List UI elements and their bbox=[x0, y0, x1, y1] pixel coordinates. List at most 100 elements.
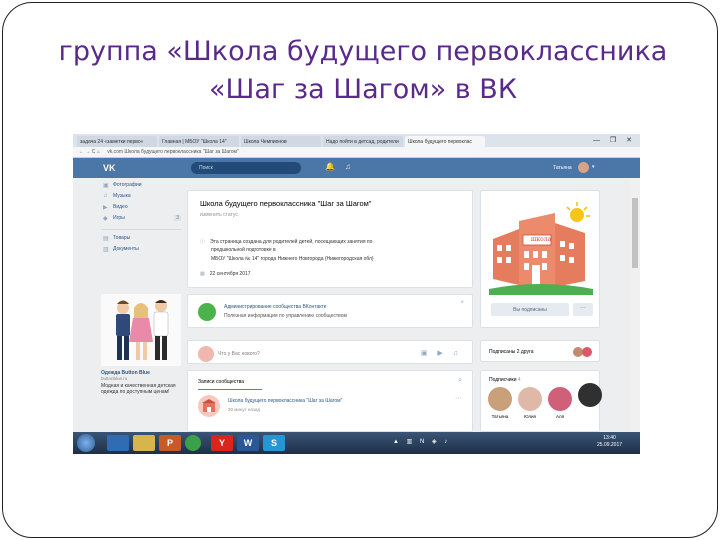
browser-tab[interactable]: Школа Чемпионов bbox=[241, 136, 321, 147]
school-label: школа bbox=[530, 236, 552, 243]
tab-underline bbox=[198, 389, 262, 390]
admin-notice-card[interactable]: Администрирование сообщества ВКонтакте П… bbox=[187, 294, 473, 328]
subscriber-name: Юлия bbox=[524, 414, 536, 419]
sidebar-item-games[interactable]: ◆ Игры 3 bbox=[101, 215, 181, 226]
subscriber[interactable]: Аля bbox=[545, 387, 575, 419]
music-icon[interactable]: ♫ bbox=[345, 162, 351, 171]
taskbar-app-skype[interactable]: S bbox=[263, 435, 285, 451]
photo-icon: ▣ bbox=[103, 183, 109, 189]
vk-header: VK Поиск 🔔 ♫ Татьяна ▾ bbox=[73, 158, 640, 178]
taskbar-app-word[interactable]: W bbox=[237, 435, 259, 451]
ad-subtitle: buttonblue.ru bbox=[101, 376, 128, 381]
browser-tab-active[interactable]: Школа будущего первоклас bbox=[405, 136, 485, 147]
documents-icon: ▥ bbox=[103, 247, 109, 253]
post-input[interactable]: Что у Вас нового? bbox=[218, 351, 260, 357]
friends-subscribed-text[interactable]: Подписаны 2 друга bbox=[489, 349, 534, 355]
slide-title: группа «Школа будущего первоклассника «Ш… bbox=[43, 33, 683, 109]
group-description: ⓘ Эта страница создана для родителей дете… bbox=[200, 238, 372, 245]
user-name[interactable]: Татьяна bbox=[553, 165, 572, 171]
browser-tab[interactable]: Главная | МБОУ "Школа 14" bbox=[159, 136, 239, 147]
search-icon[interactable]: ⌕ bbox=[458, 377, 462, 385]
sidebar-item-label: Товары bbox=[113, 235, 131, 241]
subscribers-title[interactable]: Подписчики 4 bbox=[489, 377, 521, 383]
slide-title-line1: группа «Школа будущего первоклассника bbox=[58, 36, 668, 67]
taskbar-app-yandex[interactable]: Y bbox=[211, 435, 233, 451]
scrollbar-thumb[interactable] bbox=[632, 198, 638, 268]
group-avatar-card: школа Вы подписаны ··· bbox=[480, 190, 600, 328]
attach-icons[interactable]: ▣ ▶ ♫ bbox=[421, 349, 462, 357]
children-illustration bbox=[116, 300, 169, 360]
left-sidebar: ▣ Фотографии ♫ Музыка ▶ Видео ◆ Игры 3 ▤ Товар… bbox=[101, 182, 181, 257]
more-icon[interactable]: ··· bbox=[455, 395, 462, 402]
taskbar-app-chrome[interactable] bbox=[185, 435, 201, 451]
bell-icon[interactable]: 🔔 bbox=[325, 162, 335, 171]
subscribed-button[interactable]: Вы подписаны bbox=[491, 303, 569, 316]
calendar-icon: ▦ bbox=[200, 271, 205, 277]
ad-block[interactable]: Одежда Button Blue buttonblue.ru Модная … bbox=[101, 294, 181, 412]
subscriber[interactable]: Юлия bbox=[515, 387, 545, 419]
windows-taskbar: P Y W S ▲ ▥ N ◈ ♪ 13:40 25.09.2017 bbox=[73, 432, 640, 454]
taskbar-app-ie[interactable] bbox=[107, 435, 129, 451]
clock-time: 13:40 bbox=[603, 435, 616, 441]
sidebar-item-video[interactable]: ▶ Видео bbox=[101, 204, 181, 215]
taskbar-clock[interactable]: 13:40 25.09.2017 bbox=[597, 435, 622, 449]
address-bar[interactable]: ← → C ⌂ vk.com Школа будущего первокласс… bbox=[73, 147, 640, 158]
page-scrollbar[interactable] bbox=[630, 178, 640, 432]
close-icon[interactable]: × bbox=[460, 300, 464, 306]
post-author-avatar[interactable] bbox=[198, 395, 220, 417]
date-text: 22 сентября 2017 bbox=[209, 271, 251, 277]
new-post-box[interactable]: Что у Вас нового? ▣ ▶ ♫ bbox=[187, 340, 473, 364]
post-time[interactable]: 30 минут назад bbox=[228, 407, 260, 412]
subscribers-count: 4 bbox=[517, 377, 521, 383]
sidebar-item-documents[interactable]: ▥ Документы bbox=[101, 246, 181, 257]
subscriber[interactable]: Татьяна bbox=[485, 387, 515, 419]
school-logo-icon bbox=[202, 399, 216, 412]
sidebar-item-label: Фотографии bbox=[113, 182, 142, 188]
avatar bbox=[198, 346, 214, 362]
nav-buttons[interactable]: ← → C ⌂ bbox=[79, 149, 100, 155]
sidebar-item-goods[interactable]: ▤ Товары bbox=[101, 235, 181, 246]
subscriber[interactable] bbox=[575, 383, 605, 410]
group-info-card: Школа будущего первоклассника "Шаг за Ша… bbox=[187, 190, 473, 288]
subscriber-name: Татьяна bbox=[491, 414, 509, 419]
description-line: предшкольной подготовке в bbox=[211, 247, 276, 253]
window-controls[interactable]: — ❐ ✕ bbox=[593, 136, 636, 144]
games-badge: 3 bbox=[174, 215, 181, 221]
post-author-name[interactable]: Школа будущего первоклассника "Шаг за Ша… bbox=[228, 398, 342, 404]
tab-community-posts[interactable]: Записи сообщества bbox=[198, 379, 262, 390]
ad-image[interactable] bbox=[101, 294, 181, 366]
group-status[interactable]: изменить статус bbox=[200, 212, 238, 218]
notice-text: Полезная информация по управлению сообще… bbox=[224, 313, 347, 319]
browser-tab[interactable]: Надо пойти в детсад, родители bbox=[323, 136, 403, 147]
notice-title[interactable]: Администрирование сообщества ВКонтакте bbox=[224, 304, 327, 310]
group-avatar-image[interactable]: школа bbox=[489, 199, 593, 295]
friends-card[interactable]: Подписаны 2 друга bbox=[480, 340, 600, 362]
start-button[interactable] bbox=[77, 434, 95, 452]
vk-logo[interactable]: VK bbox=[103, 163, 116, 173]
avatar bbox=[488, 387, 512, 411]
browser-tab-bar: задача 24 «заметки перво» Главная | МБОУ… bbox=[73, 134, 640, 147]
sidebar-item-music[interactable]: ♫ Музыка bbox=[101, 193, 181, 204]
taskbar-app-explorer[interactable] bbox=[133, 435, 155, 451]
avatar[interactable] bbox=[582, 347, 592, 357]
sidebar-item-label: Видео bbox=[113, 204, 128, 210]
community-icon bbox=[198, 303, 216, 321]
system-tray[interactable]: ▲ ▥ N ◈ ♪ bbox=[393, 438, 450, 445]
sidebar-item-photos[interactable]: ▣ Фотографии bbox=[101, 182, 181, 193]
avatar[interactable] bbox=[578, 162, 589, 173]
more-actions-button[interactable]: ··· bbox=[573, 303, 593, 316]
sidebar-item-label: Игры bbox=[113, 215, 125, 221]
group-name: Школа будущего первоклассника "Шаг за Ша… bbox=[200, 199, 372, 208]
divider bbox=[101, 229, 181, 230]
community-feed: Записи сообщества ⌕ Школа будущего перво… bbox=[187, 370, 473, 432]
chevron-down-icon[interactable]: ▾ bbox=[592, 164, 595, 170]
address-text[interactable]: vk.com Школа будущего первоклассника "Ша… bbox=[107, 149, 239, 155]
sidebar-item-label: Музыка bbox=[113, 193, 131, 199]
slide: группа «Школа будущего первоклассника «Ш… bbox=[2, 2, 718, 538]
taskbar-app-powerpoint[interactable]: P bbox=[159, 435, 181, 451]
tab-label: Записи сообщества bbox=[198, 379, 244, 385]
vk-search-input[interactable]: Поиск bbox=[191, 162, 301, 174]
avatar bbox=[548, 387, 572, 411]
description-line: МБОУ "Школа № 14" города Нижнего Новгоро… bbox=[211, 256, 374, 262]
browser-tab[interactable]: задача 24 «заметки перво» bbox=[77, 136, 157, 147]
